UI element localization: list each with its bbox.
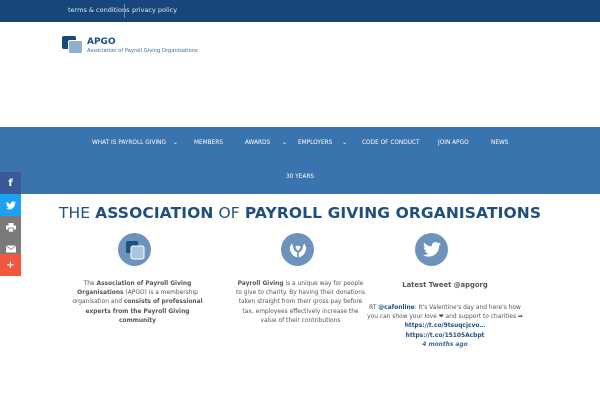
nav-item-30-years[interactable]: 30 YEARS [286, 174, 314, 180]
nav-item-news[interactable]: NEWS [491, 140, 508, 146]
latest-tweet-heading: Latest Tweet @apgorg [402, 281, 488, 289]
apgo-squares-icon [118, 233, 151, 266]
chevron-down-icon[interactable]: ⌄ [342, 139, 347, 146]
logo-subtitle: Association of Payroll Giving Organisati… [87, 48, 198, 54]
nav-item-join-apgo[interactable]: JOIN APGO [438, 140, 469, 146]
more-share-button[interactable]: + [0, 254, 21, 276]
tweet-link-2[interactable]: https://t.co/15105Acbpt [406, 333, 485, 339]
plus-icon: + [6, 259, 15, 271]
privacy-link[interactable]: privacy policy [132, 6, 177, 14]
about-apgo-text: The Association of Payroll Giving Organi… [72, 281, 203, 324]
terms-link[interactable]: terms & conditions [68, 6, 129, 14]
facebook-icon: f [8, 177, 13, 189]
tweet-handle-link[interactable]: @cafonline [378, 305, 414, 311]
facebook-share-button[interactable]: f [0, 172, 21, 194]
latest-tweet: RT @cafonline: It's Valentine's day and … [367, 305, 523, 348]
tweet-link-1[interactable]: https://t.co/9tsuqcjcvo… [405, 323, 486, 329]
site-header: APGO Association of Payroll Giving Organ… [0, 22, 600, 127]
topbar-divider [124, 4, 125, 18]
nav-item-what-is-payroll-giving[interactable]: WHAT IS PAYROLL GIVING [92, 140, 166, 146]
tweet-timestamp[interactable]: 4 months ago [422, 342, 467, 348]
page-title: THE ASSOCIATION OF PAYROLL GIVING ORGANI… [58, 204, 542, 222]
chevron-down-icon[interactable]: ⌄ [282, 139, 287, 146]
main-nav: WHAT IS PAYROLL GIVING ⌄ MEMBERS AWARDS … [0, 127, 600, 194]
email-icon [5, 245, 16, 253]
nav-item-code-of-conduct[interactable]: CODE OF CONDUCT [362, 140, 420, 146]
chevron-down-icon[interactable]: ⌄ [173, 139, 178, 146]
nav-item-employers[interactable]: EMPLOYERS [298, 140, 332, 146]
logo-title[interactable]: APGO [87, 37, 116, 47]
giving-hands-icon [281, 233, 314, 266]
twitter-bird-icon [415, 233, 448, 266]
nav-item-awards[interactable]: AWARDS [245, 140, 270, 146]
apgo-logo-icon[interactable] [62, 36, 84, 54]
nav-item-members[interactable]: MEMBERS [194, 140, 223, 146]
payroll-giving-text: Payroll Giving is a unique way for peopl… [235, 281, 366, 324]
top-bar: terms & conditions privacy policy [0, 0, 600, 22]
print-icon [5, 222, 16, 232]
